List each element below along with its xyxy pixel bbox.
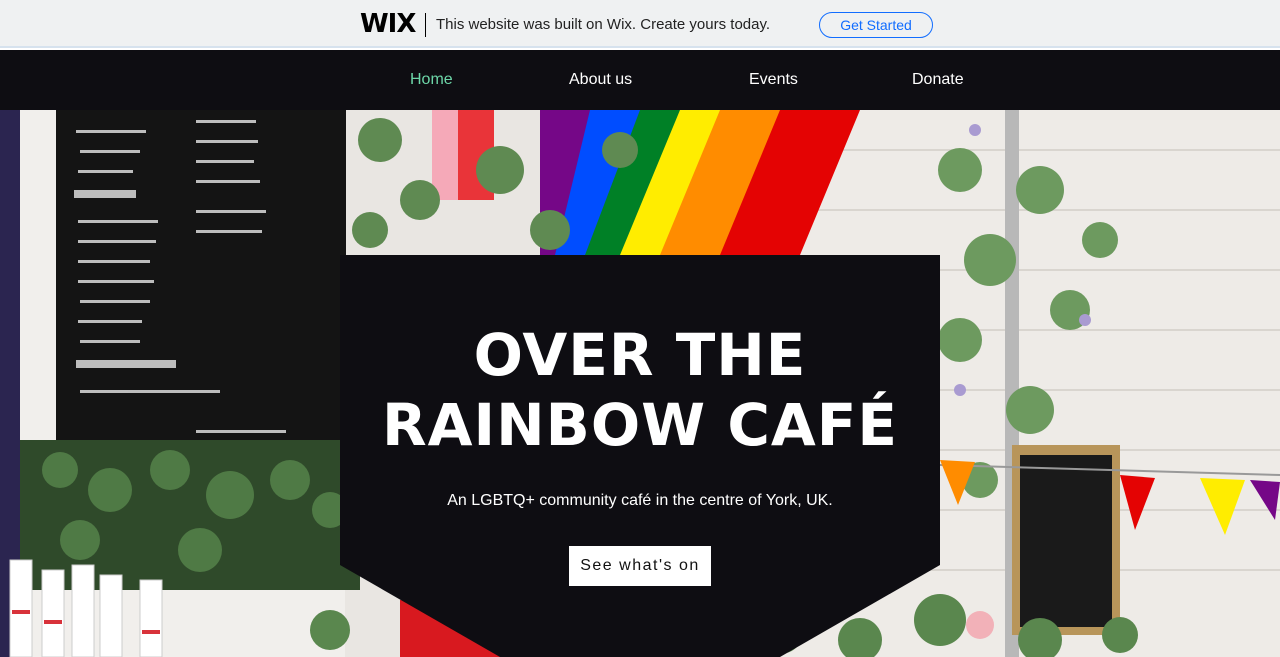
wix-logo[interactable]: WIX — [360, 10, 416, 38]
banner-divider — [425, 13, 426, 37]
nav-item-home[interactable]: Home — [410, 50, 453, 110]
nav-item-events[interactable]: Events — [749, 50, 798, 110]
wix-promo-banner: WIX This website was built on Wix. Creat… — [0, 0, 1280, 48]
hero-subtitle: An LGBTQ+ community café in the centre o… — [447, 492, 833, 509]
hero-title-line2: Rainbow Café — [381, 391, 899, 459]
hero-title: Over the Rainbow Café — [340, 320, 940, 460]
wix-banner-message: This website was built on Wix. Create yo… — [436, 16, 771, 33]
get-started-button[interactable]: Get Started — [819, 12, 933, 38]
hero-title-line1: Over the — [473, 321, 807, 389]
site-navigation: Home About us Events Donate — [0, 50, 1280, 110]
nav-item-donate[interactable]: Donate — [912, 50, 964, 110]
see-whats-on-button[interactable]: See what's on — [569, 546, 711, 586]
nav-item-about-us[interactable]: About us — [569, 50, 632, 110]
hero-section: Over the Rainbow Café An LGBTQ+ communit… — [0, 110, 1280, 657]
